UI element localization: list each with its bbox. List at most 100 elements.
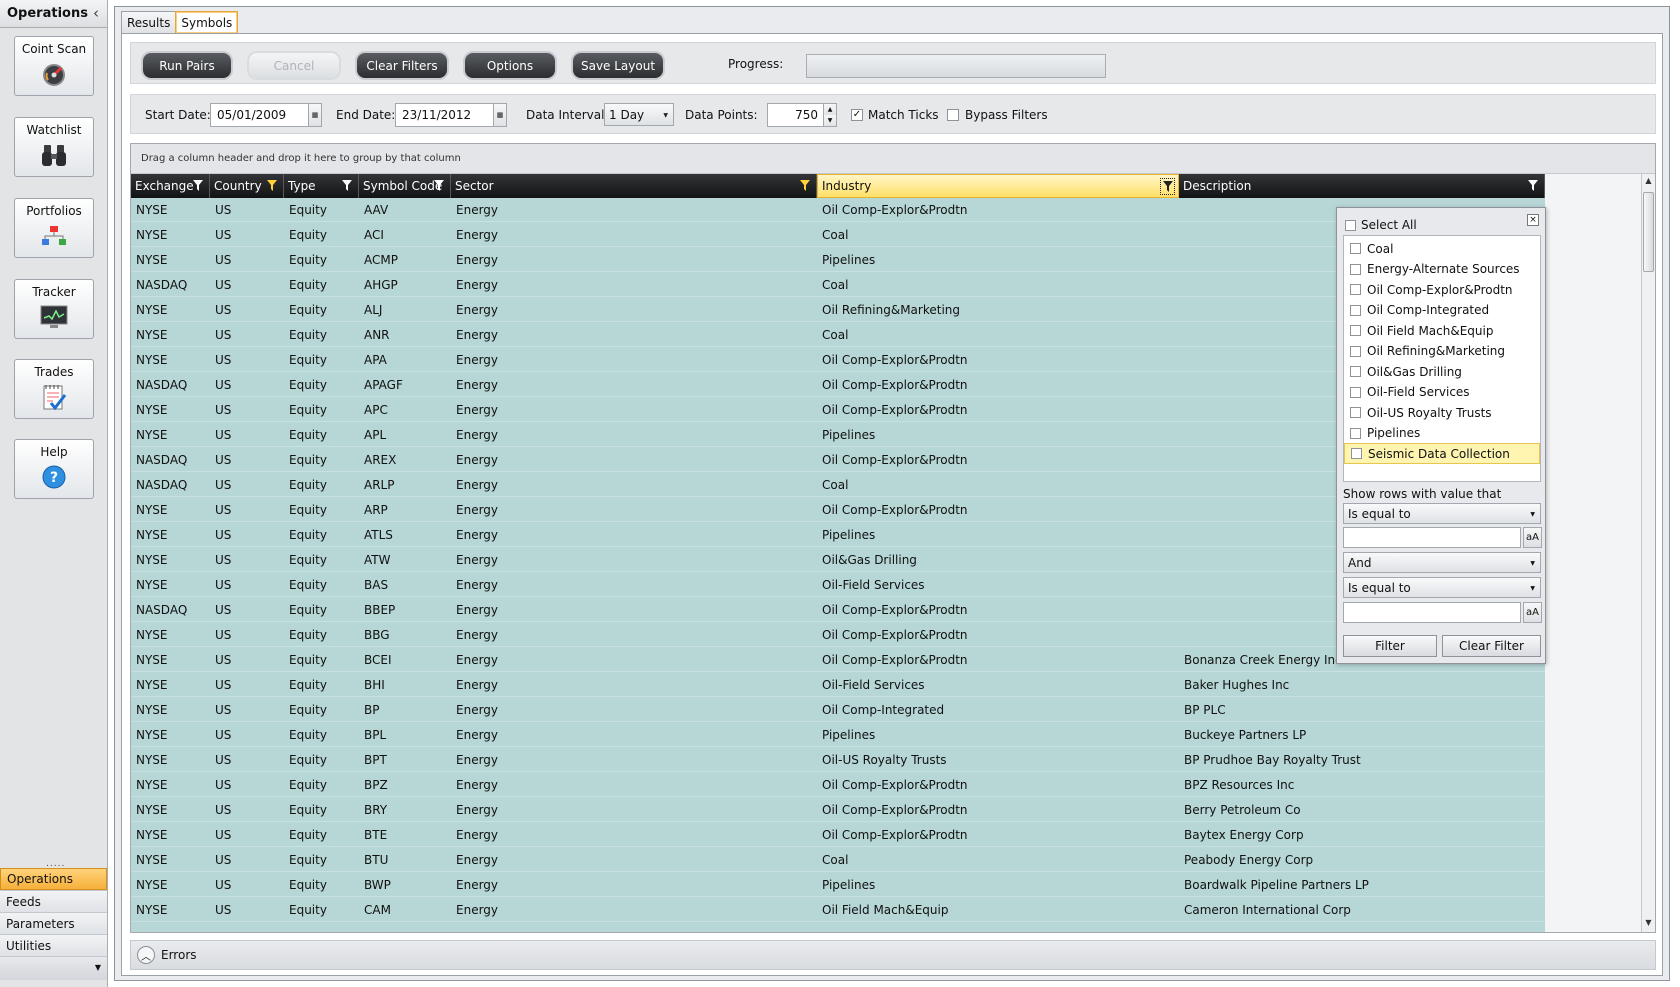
filter-option[interactable]: Coal xyxy=(1344,238,1540,259)
filter-option-checkbox[interactable] xyxy=(1350,366,1361,377)
run-pairs-button[interactable]: Run Pairs xyxy=(143,53,231,78)
table-row[interactable]: NYSE US Equity ATLS Energy Pipelines xyxy=(131,522,1545,547)
table-row[interactable]: NYSE US Equity ACI Energy Coal xyxy=(131,222,1545,247)
table-row[interactable]: NYSE US Equity ANR Energy Coal xyxy=(131,322,1545,347)
tab-results[interactable]: Results xyxy=(121,11,177,33)
end-date-field[interactable]: 23/11/2012 ▦ xyxy=(395,103,507,127)
table-row[interactable]: NYSE US Equity ARP Energy Oil Comp-Explor&Pro… xyxy=(131,497,1545,522)
filter-option-checkbox[interactable] xyxy=(1350,284,1361,295)
match-ticks-checkbox[interactable]: ✓ xyxy=(851,109,863,121)
filter-option-checkbox[interactable] xyxy=(1350,427,1361,439)
filter-option-checkbox[interactable] xyxy=(1350,386,1361,398)
clear-filters-button[interactable]: Clear Filters xyxy=(357,53,447,78)
bypass-filters-checkbox[interactable] xyxy=(947,109,959,121)
filter-funnel-icon[interactable] xyxy=(342,180,352,191)
filter-option[interactable]: Pipelines xyxy=(1344,423,1540,444)
filter-funnel-icon[interactable] xyxy=(434,180,444,191)
column-header-sector[interactable]: Sector xyxy=(451,174,817,198)
data-points-field[interactable]: 750 ▲ ▼ xyxy=(767,103,837,127)
vertical-scrollbar[interactable]: ▲ ▼ xyxy=(1641,174,1655,932)
calendar-icon[interactable]: ▦ xyxy=(493,104,506,126)
column-header-symbol-code[interactable]: Symbol Code xyxy=(359,174,451,198)
nav-item-parameters[interactable]: Parameters xyxy=(0,912,107,934)
watchlist-button[interactable]: Watchlist xyxy=(14,117,94,177)
filter-option-checkbox[interactable] xyxy=(1350,325,1361,336)
nav-item-feeds[interactable]: Feeds xyxy=(0,890,107,912)
filter-option-checkbox[interactable] xyxy=(1350,407,1361,418)
table-row[interactable]: NYSE US Equity BHI Energy Oil-Field Services B… xyxy=(131,672,1545,697)
select-all-checkbox[interactable] xyxy=(1345,219,1356,231)
filter-option-checkbox[interactable] xyxy=(1350,304,1361,316)
clear-filter-button[interactable]: Clear Filter xyxy=(1442,635,1541,657)
column-header-industry[interactable]: Industry xyxy=(817,174,1179,198)
operator-select-1[interactable]: Is equal to ▼ xyxy=(1343,503,1541,524)
table-row[interactable]: NYSE US Equity ATW Energy Oil&Gas Drilling xyxy=(131,547,1545,572)
calendar-icon[interactable]: ▦ xyxy=(308,104,321,126)
coint-scan-button[interactable]: Coint Scan xyxy=(14,36,94,96)
group-panel[interactable]: Drag a column header and drop it here to… xyxy=(131,144,1655,174)
table-row[interactable]: NYSE US Equity BTE Energy Oil Comp-Explor&Pro… xyxy=(131,822,1545,847)
nav-overflow-button[interactable]: ▼ xyxy=(0,956,107,980)
filter-option[interactable]: Oil-Field Services xyxy=(1344,382,1540,403)
filter-value-input-2[interactable] xyxy=(1343,602,1521,623)
column-header-country[interactable]: Country xyxy=(210,174,284,198)
filter-option[interactable]: Oil Refining&Marketing xyxy=(1344,341,1540,362)
table-row[interactable]: NASDAQ US Equity APAGF Energy Oil Comp-Explor… xyxy=(131,372,1545,397)
filter-option[interactable]: Oil-US Royalty Trusts xyxy=(1344,402,1540,423)
table-row[interactable]: NASDAQ US Equity AREX Energy Oil Comp-Explor&… xyxy=(131,447,1545,472)
nav-item-operations[interactable]: Operations xyxy=(0,868,107,890)
errors-expander[interactable]: ︿ Errors xyxy=(130,940,1656,970)
scroll-up-icon[interactable]: ▲ xyxy=(1642,176,1655,190)
table-row[interactable]: NYSE US Equity AAV Energy Oil Comp-Explor&Pro… xyxy=(131,197,1545,222)
filter-option[interactable]: Energy-Alternate Sources xyxy=(1344,259,1540,280)
table-row[interactable]: NYSE US Equity ALJ Energy Oil Refining&Market… xyxy=(131,297,1545,322)
table-row[interactable]: NYSE US Equity BCEI Energy Oil Comp-Explor&Pr… xyxy=(131,647,1545,672)
table-row[interactable]: NASDAQ US Equity AHGP Energy Coal xyxy=(131,272,1545,297)
spin-down-icon[interactable]: ▼ xyxy=(824,115,836,126)
table-row[interactable]: NYSE US Equity BWP Energy Pipelines Boardwalk … xyxy=(131,872,1545,897)
table-row[interactable]: NYSE US Equity APA Energy Oil Comp-Explor&Pro… xyxy=(131,347,1545,372)
filter-option[interactable]: Oil Field Mach&Equip xyxy=(1344,320,1540,341)
data-points-spinner[interactable]: ▲ ▼ xyxy=(823,104,836,126)
filter-option[interactable]: Oil Comp-Integrated xyxy=(1344,300,1540,321)
table-row[interactable]: NYSE US Equity BBG Energy Oil Comp-Explor&Pro… xyxy=(131,622,1545,647)
filter-funnel-icon[interactable] xyxy=(267,180,277,191)
column-header-exchange[interactable]: Exchange xyxy=(131,174,210,198)
help-button[interactable]: Help ? xyxy=(14,439,94,499)
spin-up-icon[interactable]: ▲ xyxy=(824,104,836,115)
filter-option[interactable]: Oil Comp-Explor&Prodtn xyxy=(1344,279,1540,300)
data-interval-select[interactable]: 1 Day ▼ xyxy=(604,103,674,126)
save-layout-button[interactable]: Save Layout xyxy=(573,53,663,78)
filter-option-checkbox[interactable] xyxy=(1350,345,1361,357)
table-row[interactable]: NYSE US Equity BTU Energy Coal Peabody Energy … xyxy=(131,847,1545,872)
options-button[interactable]: Options xyxy=(465,53,555,78)
scroll-down-icon[interactable]: ▼ xyxy=(1642,918,1655,932)
filter-option[interactable]: Oil&Gas Drilling xyxy=(1344,361,1540,382)
table-row[interactable]: NYSE US Equity BRY Energy Oil Comp-Explor&Pro… xyxy=(131,797,1545,822)
trades-button[interactable]: Trades xyxy=(14,359,94,419)
expand-icon[interactable]: ︿ xyxy=(137,946,155,964)
operator-select-2[interactable]: Is equal to ▼ xyxy=(1343,577,1541,598)
table-row[interactable]: NYSE US Equity APL Energy Pipelines xyxy=(131,422,1545,447)
match-case-toggle-2[interactable]: aA xyxy=(1523,602,1542,623)
collapse-panel-icon[interactable]: ‹ xyxy=(93,4,99,22)
portfolios-button[interactable]: Portfolios xyxy=(14,198,94,258)
table-row[interactable]: NASDAQ US Equity BBEP Energy Oil Comp-Explor&… xyxy=(131,597,1545,622)
table-row[interactable]: NYSE US Equity BAS Energy Oil-Field Services xyxy=(131,572,1545,597)
scroll-thumb[interactable] xyxy=(1643,192,1654,272)
column-header-type[interactable]: Type xyxy=(284,174,359,198)
table-row[interactable]: NYSE US Equity BP Energy Oil Comp-Integrated B… xyxy=(131,697,1545,722)
nav-item-utilities[interactable]: Utilities xyxy=(0,934,107,956)
table-row[interactable]: NYSE US Equity APC Energy Oil Comp-Explor&Pro… xyxy=(131,397,1545,422)
cancel-button[interactable]: Cancel xyxy=(249,53,339,78)
select-all-option[interactable]: Select All xyxy=(1345,218,1417,232)
table-row[interactable]: NYSE US Equity BPZ Energy Oil Comp-Explor&Pro… xyxy=(131,772,1545,797)
filter-funnel-icon[interactable] xyxy=(800,180,810,191)
filter-option-checkbox[interactable] xyxy=(1351,448,1362,459)
table-row[interactable]: NYSE US Equity BPT Energy Oil-US Royalty Trus… xyxy=(131,747,1545,772)
column-header-description[interactable]: Description xyxy=(1179,174,1545,198)
close-icon[interactable]: × xyxy=(1527,214,1539,226)
logic-select[interactable]: And ▼ xyxy=(1343,552,1541,573)
match-case-toggle-1[interactable]: aA xyxy=(1523,527,1542,548)
filter-button[interactable]: Filter xyxy=(1343,635,1437,657)
